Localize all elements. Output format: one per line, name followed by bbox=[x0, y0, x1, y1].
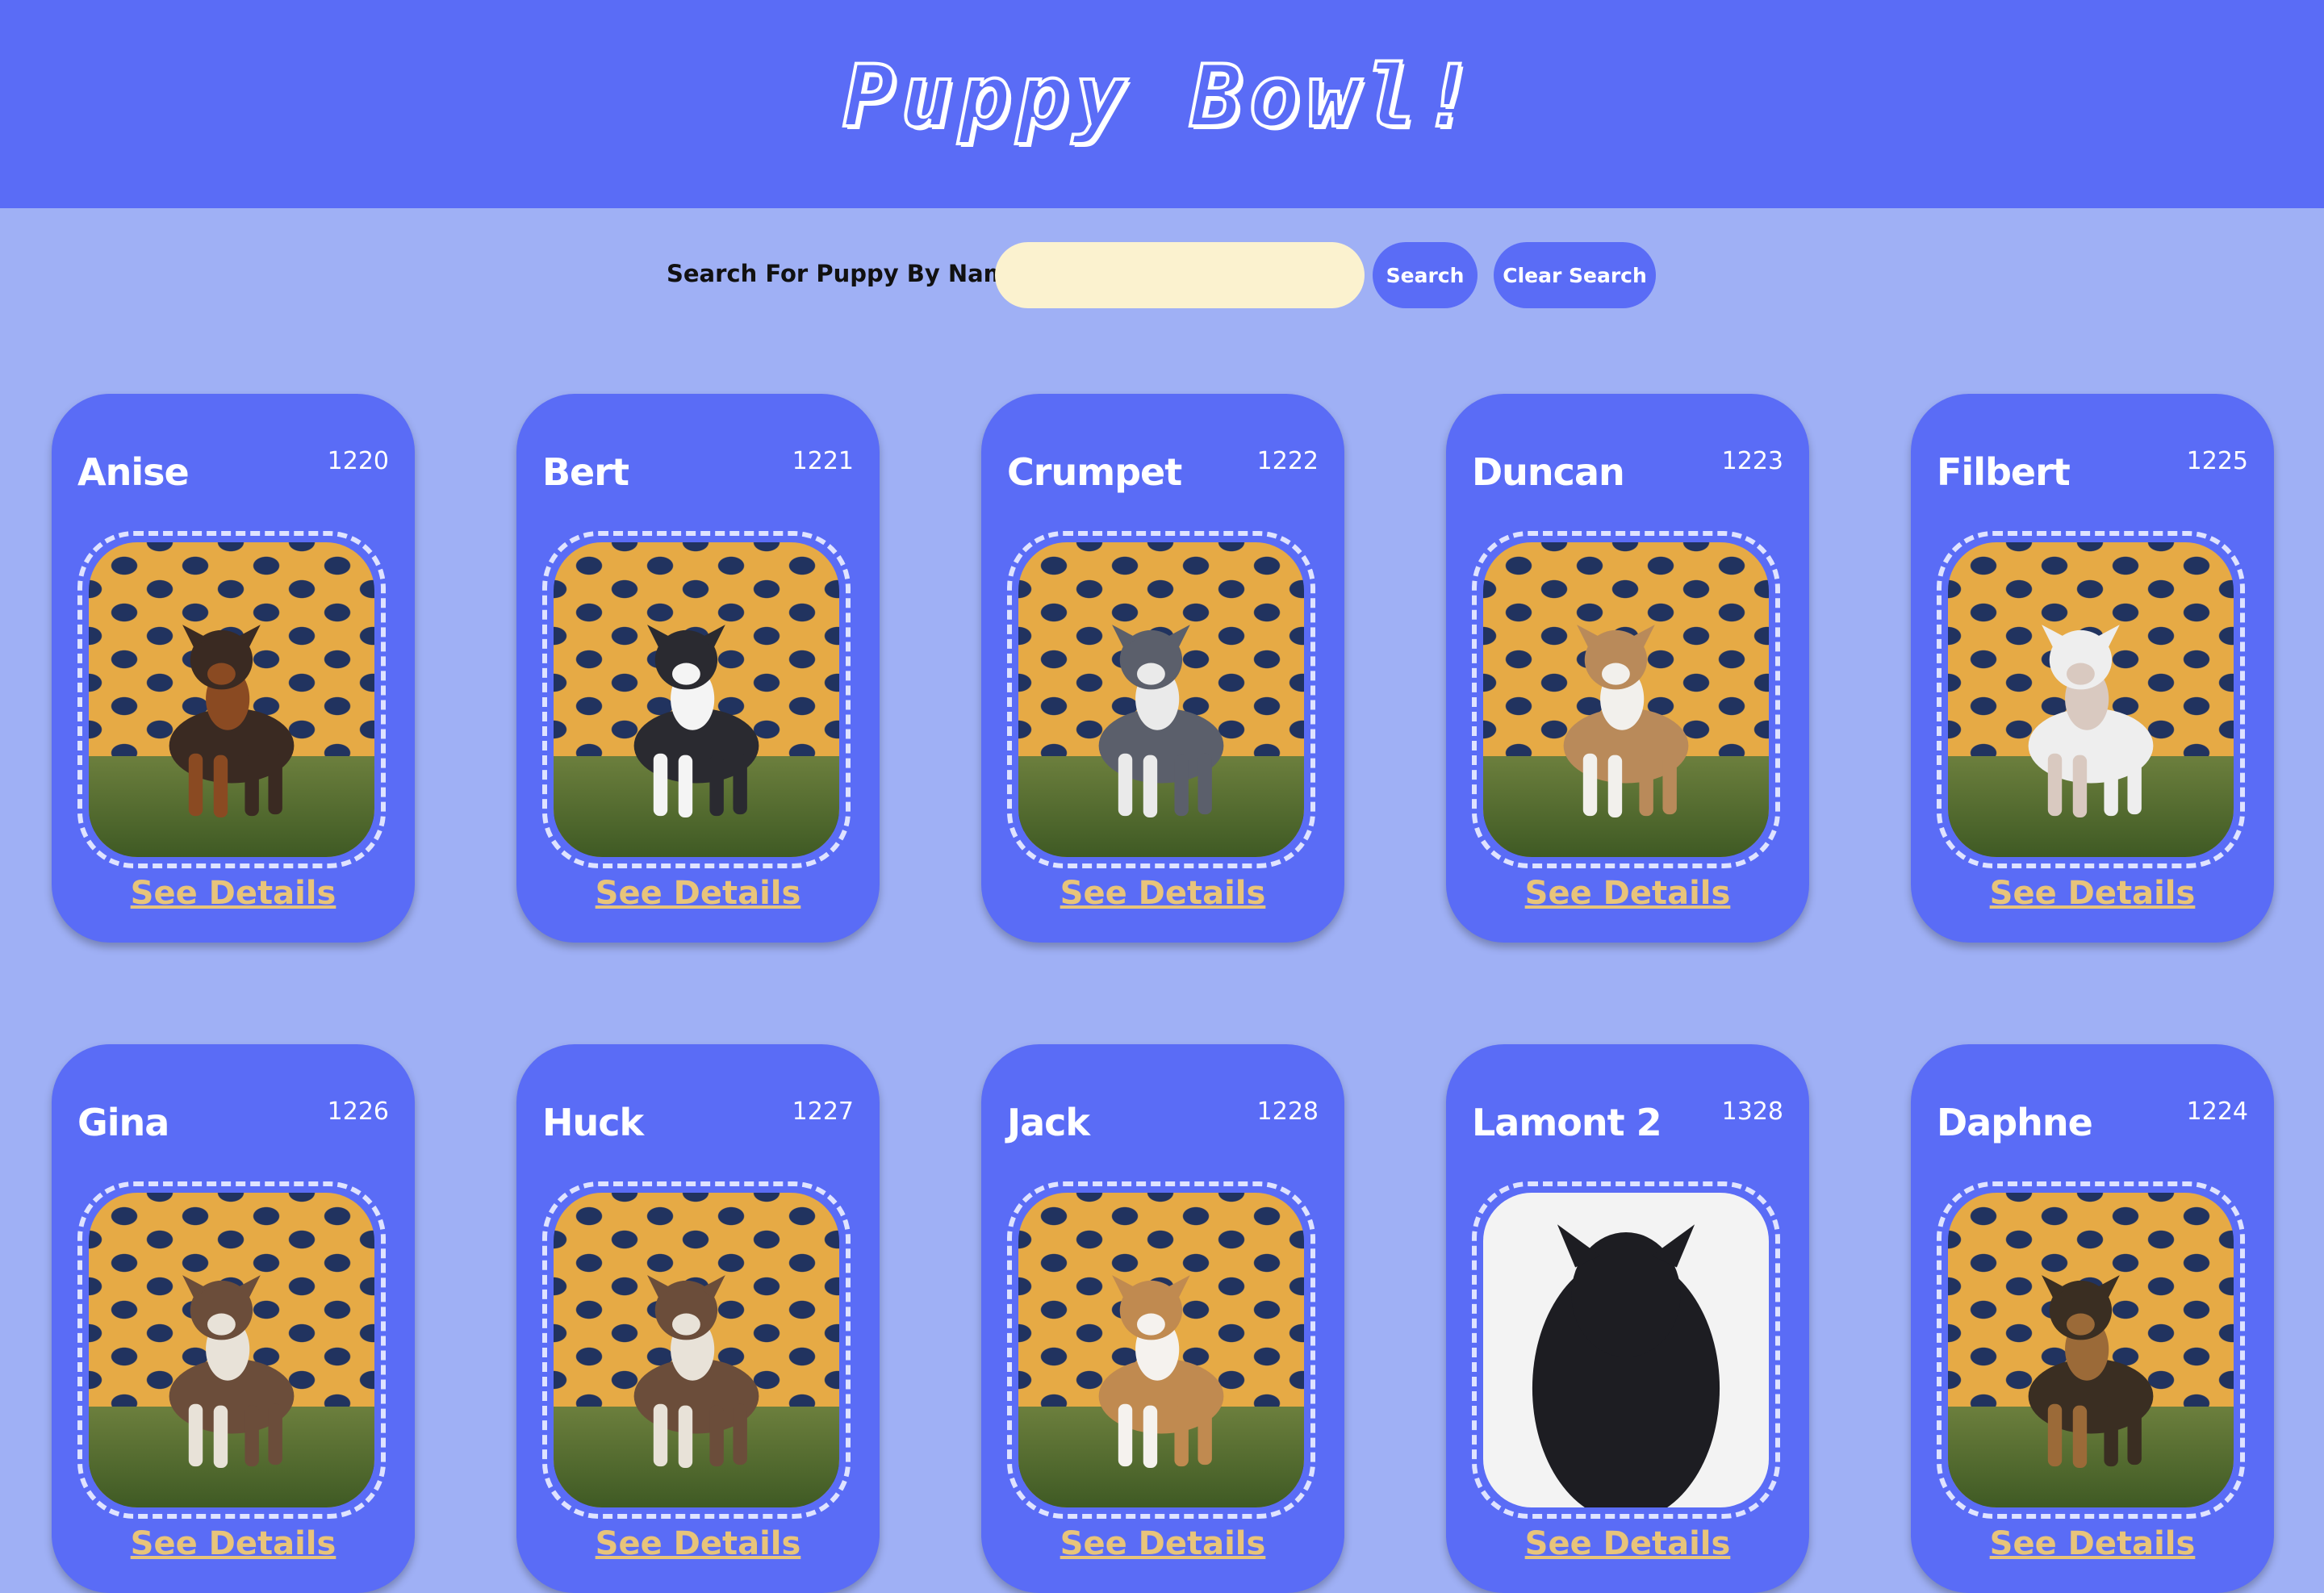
puppy-name: Duncan bbox=[1472, 450, 1625, 494]
puppy-photo bbox=[89, 1193, 374, 1507]
see-details-link[interactable]: See Details bbox=[52, 1525, 415, 1562]
puppy-photo-frame bbox=[542, 1181, 851, 1519]
puppy-photo-frame bbox=[1472, 1181, 1780, 1519]
puppy-silhouette bbox=[633, 625, 759, 818]
puppy-photo bbox=[1018, 542, 1304, 857]
see-details-link[interactable]: See Details bbox=[981, 875, 1344, 912]
puppy-name: Jack bbox=[1007, 1101, 1090, 1144]
puppy-silhouette bbox=[2028, 625, 2154, 818]
puppy-id: 1328 bbox=[1721, 1098, 1783, 1126]
puppy-photo bbox=[1483, 1193, 1769, 1507]
puppy-card: Gina 1226 See Details bbox=[52, 1044, 415, 1593]
see-details-link[interactable]: See Details bbox=[516, 875, 880, 912]
puppy-id: 1226 bbox=[327, 1098, 389, 1126]
puppy-silhouette bbox=[2028, 1275, 2154, 1469]
puppy-card: Daphne 1224 See Details bbox=[1911, 1044, 2274, 1593]
puppy-silhouette bbox=[1098, 1275, 1224, 1469]
puppy-photo bbox=[89, 542, 374, 857]
puppy-silhouette bbox=[169, 625, 295, 818]
puppy-card: Filbert 1225 See Details bbox=[1911, 394, 2274, 943]
see-details-link[interactable]: See Details bbox=[52, 875, 415, 912]
puppy-silhouette bbox=[1563, 625, 1689, 818]
see-details-link[interactable]: See Details bbox=[1911, 875, 2274, 912]
puppy-name: Filbert bbox=[1937, 450, 2071, 494]
puppy-id: 1224 bbox=[2186, 1098, 2248, 1126]
puppy-name: Anise bbox=[77, 450, 190, 494]
puppy-photo-frame bbox=[1937, 531, 2245, 868]
see-details-link[interactable]: See Details bbox=[1446, 875, 1809, 912]
puppy-photo-frame bbox=[77, 1181, 386, 1519]
puppy-card: Lamont 2 1328 See Details bbox=[1446, 1044, 1809, 1593]
puppy-silhouette bbox=[169, 1275, 295, 1469]
page-title: Puppy Bowl! bbox=[842, 45, 1481, 148]
puppy-silhouette bbox=[1532, 1224, 1720, 1507]
puppy-photo-frame bbox=[1472, 531, 1780, 868]
search-input[interactable] bbox=[995, 242, 1365, 308]
puppy-name: Crumpet bbox=[1007, 450, 1182, 494]
puppy-id: 1225 bbox=[2186, 447, 2248, 475]
puppy-photo bbox=[554, 542, 839, 857]
puppy-id: 1221 bbox=[792, 447, 854, 475]
puppy-photo bbox=[554, 1193, 839, 1507]
see-details-link[interactable]: See Details bbox=[1911, 1525, 2274, 1562]
puppy-name: Huck bbox=[542, 1101, 644, 1144]
search-button[interactable]: Search bbox=[1373, 242, 1478, 308]
puppy-card: Bert 1221 See Details bbox=[516, 394, 880, 943]
puppy-card: Huck 1227 See Details bbox=[516, 1044, 880, 1593]
puppy-photo-frame bbox=[542, 531, 851, 868]
see-details-link[interactable]: See Details bbox=[1446, 1525, 1809, 1562]
puppy-id: 1220 bbox=[327, 447, 389, 475]
puppy-id: 1227 bbox=[792, 1098, 854, 1126]
puppy-photo-frame bbox=[1007, 1181, 1315, 1519]
puppy-photo bbox=[1483, 542, 1769, 857]
puppy-card: Anise 1220 See Details bbox=[52, 394, 415, 943]
puppy-card: Jack 1228 See Details bbox=[981, 1044, 1344, 1593]
clear-search-button[interactable]: Clear Search bbox=[1494, 242, 1656, 308]
puppy-silhouette bbox=[1098, 625, 1224, 818]
see-details-link[interactable]: See Details bbox=[516, 1525, 880, 1562]
puppy-photo bbox=[1948, 1193, 2234, 1507]
puppy-photo-frame bbox=[77, 531, 386, 868]
puppy-id: 1223 bbox=[1721, 447, 1783, 475]
puppy-name: Daphne bbox=[1937, 1101, 2093, 1144]
puppy-id: 1222 bbox=[1256, 447, 1319, 475]
puppy-card: Crumpet 1222 See Details bbox=[981, 394, 1344, 943]
search-label: Search For Puppy By Name: bbox=[667, 260, 1034, 287]
puppy-name: Lamont 2 bbox=[1472, 1101, 1662, 1144]
puppy-id: 1228 bbox=[1256, 1098, 1319, 1126]
puppy-photo bbox=[1018, 1193, 1304, 1507]
puppy-card: Duncan 1223 See Details bbox=[1446, 394, 1809, 943]
puppy-photo bbox=[1948, 542, 2234, 857]
puppy-silhouette bbox=[633, 1275, 759, 1469]
puppy-name: Bert bbox=[542, 450, 629, 494]
puppy-photo-frame bbox=[1937, 1181, 2245, 1519]
see-details-link[interactable]: See Details bbox=[981, 1525, 1344, 1562]
header-bar: Puppy Bowl! bbox=[0, 0, 2324, 208]
puppy-name: Gina bbox=[77, 1101, 169, 1144]
puppy-photo-frame bbox=[1007, 531, 1315, 868]
